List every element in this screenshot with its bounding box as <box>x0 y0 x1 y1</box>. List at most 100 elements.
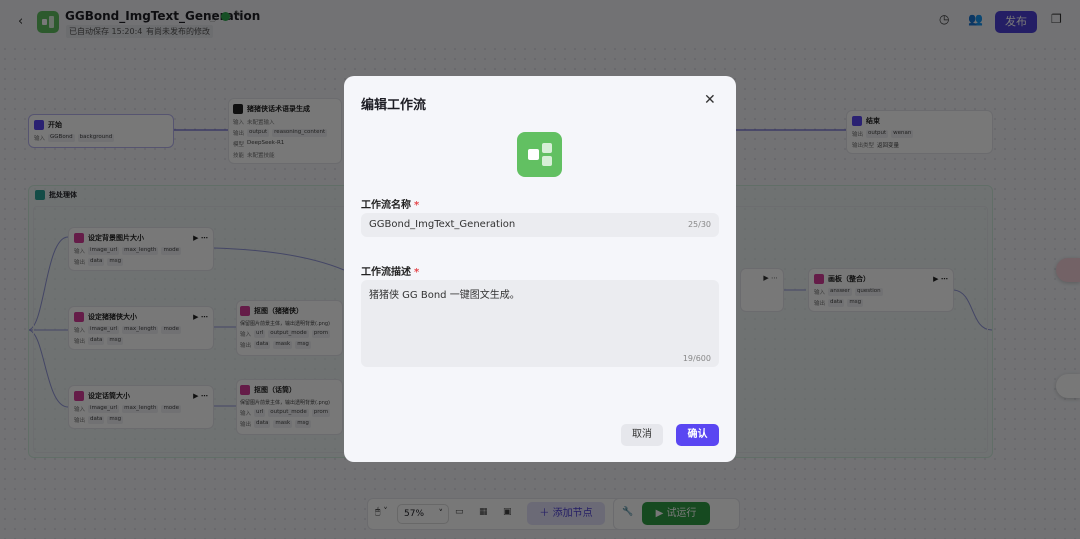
desc-value: 猪猪侠 GG Bond 一键图文生成。 <box>369 290 520 301</box>
desc-label-text: 工作流描述 <box>361 267 411 278</box>
label: 输出 <box>240 422 252 428</box>
close-icon[interactable]: ✕ <box>704 92 716 108</box>
label: 输出 <box>74 418 86 424</box>
cutout-mic-node[interactable]: 抠图（话筒） 保留图片前景主体，输出透明背景(.png) 输入 url output… <box>236 379 343 435</box>
batch-icon <box>35 190 45 200</box>
resize-mic-node[interactable]: 设定话筒大小 ▶ ⋯ 输入 image_url max_length mode 输出 da… <box>68 385 214 429</box>
param: mode <box>161 405 182 413</box>
label: 输出 <box>240 343 252 349</box>
required-mark: * <box>414 200 420 211</box>
value: DeepSeek-R1 <box>247 140 285 146</box>
llm-node[interactable]: 猪猪侠话术语录生成 输入 未配置输入 输出 output reasoning_cont… <box>228 98 342 164</box>
param: answer <box>828 288 852 296</box>
node-title: 开始 <box>48 121 62 129</box>
param: max_length <box>122 247 159 255</box>
param: output <box>866 130 889 138</box>
param: prom <box>311 409 331 417</box>
label: 输出 <box>852 132 864 138</box>
param: reasoning_content <box>272 129 328 137</box>
run-node-icon[interactable]: ▶ ⋯ <box>933 275 948 283</box>
name-label-text: 工作流名称 <box>361 200 411 211</box>
edit-workflow-dialog: 编辑工作流 ✕ 工作流名称 * GGBond_ImgText_Generation… <box>344 76 736 462</box>
node-description: 保留图片前景主体，输出透明背景(.png) <box>240 400 331 406</box>
value: 未配置技能 <box>247 153 275 159</box>
end-icon <box>852 116 862 126</box>
resize-bg-node[interactable]: 设定背景图片大小 ▶ ⋯ 输入 image_url max_length mode 输出… <box>68 227 214 271</box>
add-node-label: 添加节点 <box>552 508 593 519</box>
param: max_length <box>122 405 159 413</box>
node-title: 批处理体 <box>49 191 77 199</box>
board-node[interactable]: 画板（整合） ▶ ⋯ 输入 answer question 输出 data msg <box>808 268 954 312</box>
run-node-icon[interactable]: ▶ ⋯ <box>763 274 778 282</box>
resize-icon <box>74 233 84 243</box>
param: data <box>828 299 845 307</box>
label: 模型 <box>233 142 245 148</box>
param: question <box>854 288 883 296</box>
param: image_url <box>88 326 120 334</box>
label: 输出 <box>74 339 86 345</box>
param: image_url <box>88 247 120 255</box>
param: data <box>88 258 105 266</box>
node-title: 抠图（话筒） <box>254 386 296 394</box>
param: data <box>88 337 105 345</box>
run-node-icon[interactable]: ▶ ⋯ <box>193 392 208 400</box>
cancel-button[interactable]: 取消 <box>621 424 663 446</box>
label: 输入 <box>34 136 46 142</box>
desc-label: 工作流描述 * <box>361 263 419 278</box>
param: GGBond <box>48 134 75 142</box>
minimap-icon[interactable]: ▣ <box>503 507 512 517</box>
node-title: 画板（整合） <box>828 275 870 283</box>
label: 输出类型 <box>852 143 875 149</box>
param: mask <box>273 420 293 428</box>
param: msg <box>107 258 124 266</box>
param: output <box>247 129 270 137</box>
add-node-button[interactable]: ＋ 添加节点 <box>527 502 605 525</box>
resize-icon <box>74 391 84 401</box>
board-icon <box>814 274 824 284</box>
translate-icon[interactable] <box>1056 258 1080 282</box>
node-title: 结束 <box>866 117 880 125</box>
param: msg <box>107 337 124 345</box>
label: 技能 <box>233 153 245 159</box>
label: 输入 <box>240 411 252 417</box>
param: prom <box>311 330 331 338</box>
confirm-button[interactable]: 确认 <box>676 424 719 446</box>
param: data <box>88 416 105 424</box>
hidden-node[interactable]: ▶ ⋯ <box>740 268 784 312</box>
resize-icon <box>74 312 84 322</box>
cutout-icon <box>240 306 250 316</box>
node-title: 猪猪侠话术语录生成 <box>247 105 310 113</box>
run-node-icon[interactable]: ▶ ⋯ <box>193 234 208 242</box>
param: msg <box>295 341 311 349</box>
workflow-icon[interactable] <box>517 132 562 177</box>
start-node[interactable]: 开始 输入 GGBond background <box>28 114 174 148</box>
assistant-icon[interactable] <box>1056 374 1080 398</box>
param: wenan <box>891 130 914 138</box>
workflow-name-input[interactable]: GGBond_ImgText_Generation 25/30 <box>361 213 719 237</box>
name-value: GGBond_ImgText_Generation <box>369 219 516 230</box>
test-run-label: 试运行 <box>666 508 697 519</box>
debug-icon[interactable]: 🔧 <box>622 507 633 517</box>
param: msg <box>295 420 311 428</box>
param: msg <box>847 299 864 307</box>
param: mode <box>161 326 182 334</box>
end-node[interactable]: 结束 输出 output wenan 输出类型 返回变量 <box>846 110 993 154</box>
resize-pig-node[interactable]: 设定猪猪侠大小 ▶ ⋯ 输入 image_url max_length mode 输出 d… <box>68 306 214 350</box>
workflow-description-textarea[interactable]: 猪猪侠 GG Bond 一键图文生成。 19/600 <box>361 280 719 367</box>
value: 未配置输入 <box>247 120 275 126</box>
node-title: 抠图（猪猪侠） <box>254 307 303 315</box>
param: output_mode <box>268 330 309 338</box>
label: 输入 <box>74 328 86 334</box>
label: 输出 <box>233 131 245 137</box>
desc-char-count: 19/600 <box>682 354 711 363</box>
layout-icon[interactable]: ▦ <box>479 507 488 517</box>
mouse-mode-icon[interactable]: 🖱 ˅ <box>375 507 388 517</box>
param: mode <box>161 247 182 255</box>
zoom-select[interactable]: 57% ˅ <box>397 504 449 524</box>
cutout-pig-node[interactable]: 抠图（猪猪侠） 保留图片前景主体，输出透明背景(.png) 输入 url outpu… <box>236 300 343 356</box>
test-run-button[interactable]: ▶ 试运行 <box>642 502 710 525</box>
run-node-icon[interactable]: ▶ ⋯ <box>193 313 208 321</box>
param: output_mode <box>268 409 309 417</box>
param: data <box>254 420 271 428</box>
comment-icon[interactable]: ▭ <box>455 507 464 517</box>
